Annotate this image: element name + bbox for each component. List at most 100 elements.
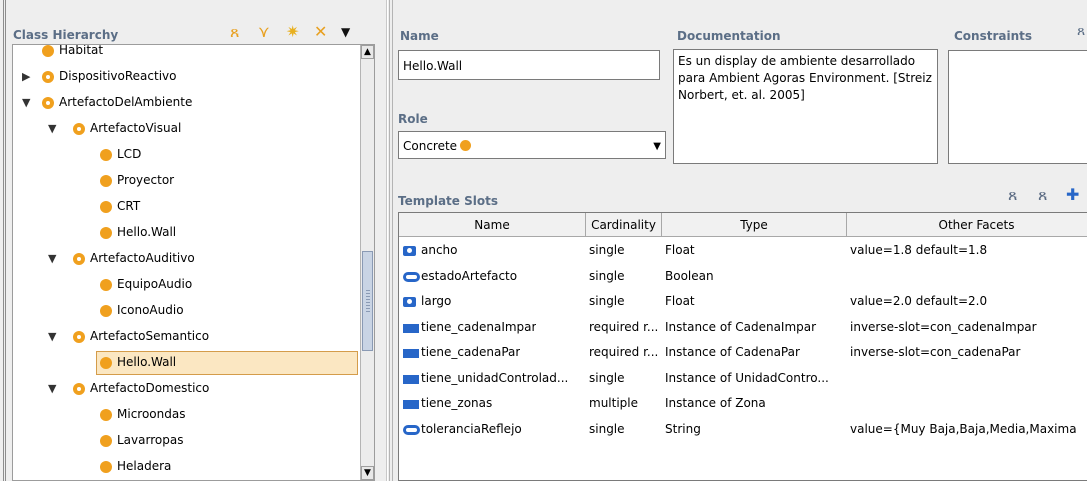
tree-item-label: ArtefactoDelAmbiente	[59, 95, 193, 109]
create-class-icon[interactable]: ⋎	[258, 24, 270, 40]
tree-item[interactable]: EquipoAudio	[13, 272, 361, 298]
tree-item[interactable]: ▼ ArtefactoSemantico	[13, 324, 361, 350]
class-icon	[100, 357, 112, 369]
class-icon	[42, 45, 54, 57]
name-field[interactable]: Hello.Wall	[398, 50, 660, 80]
menu-chevron-icon[interactable]: ▼	[341, 24, 350, 40]
slot-name: largo	[421, 294, 452, 308]
scroll-down-arrow[interactable]: ▼	[361, 466, 374, 480]
column-header-cardinality[interactable]: Cardinality	[586, 213, 662, 237]
class-icon	[100, 175, 112, 187]
slot-cardinality: required r...	[589, 319, 659, 334]
name-label: Name	[400, 29, 439, 43]
tree-item[interactable]: Microondas	[13, 402, 361, 428]
scroll-thumb[interactable]	[362, 251, 373, 351]
concrete-class-icon	[460, 140, 472, 151]
slot-name: toleranciaReflejo	[421, 421, 522, 436]
tree-item[interactable]: ▼ ArtefactoAuditivo	[13, 246, 361, 272]
instance-slot-icon	[403, 349, 419, 358]
float-slot-icon	[403, 297, 416, 307]
tree-item-label: Lavarropas	[117, 433, 184, 447]
column-header-name[interactable]: Name	[399, 213, 586, 237]
class-icon	[100, 409, 112, 421]
instance-slot-icon	[403, 374, 419, 384]
slot-type: Boolean	[665, 268, 714, 283]
slot-cardinality: single	[589, 268, 625, 283]
column-header-type[interactable]: Type	[662, 213, 847, 237]
properties-icon[interactable]: ✷	[286, 24, 299, 40]
expand-down-icon[interactable]: ▼	[22, 96, 34, 109]
class-form-panel: Name Hello.Wall Role Concrete ▼ Document…	[388, 0, 1087, 481]
tree-item-label: DispositivoReactivo	[59, 69, 177, 83]
string-slot-icon	[403, 424, 420, 435]
class-icon	[100, 201, 112, 213]
tree-item[interactable]: ▼ ArtefactoDomestico	[13, 376, 361, 402]
tree-item[interactable]: ▼ ArtefactoVisual	[13, 116, 361, 142]
table-row[interactable]: estadoArtefacto single Boolean	[399, 269, 1087, 295]
tree-item-label: Hello.Wall	[117, 225, 177, 239]
expand-down-icon[interactable]: ▼	[48, 122, 60, 135]
tree-item[interactable]: Habitat	[13, 44, 361, 64]
slot-name: ancho	[421, 243, 458, 257]
constraints-field[interactable]	[948, 50, 1087, 164]
tree-item[interactable]: Heladera	[13, 454, 361, 480]
slot-type: String	[665, 421, 701, 436]
view-slot-icon[interactable]: ጸ	[1008, 185, 1017, 205]
delete-icon[interactable]: ✕	[314, 24, 327, 40]
create-slot-icon[interactable]: ጸ	[1038, 185, 1047, 205]
boolean-slot-icon	[403, 271, 420, 282]
expand-right-icon[interactable]: ▶	[22, 70, 34, 83]
table-row[interactable]: tiene_zonas multiple Instance of Zona	[399, 396, 1087, 422]
slot-facets: value=1.8 default=1.8	[850, 243, 988, 257]
tree-item[interactable]: Lavarropas	[13, 428, 361, 454]
table-row[interactable]: tiene_cadenaImpar required r... Instance o…	[399, 320, 1087, 346]
class-icon	[73, 253, 85, 265]
role-value: Concrete	[403, 139, 458, 153]
table-row[interactable]: ancho single Float value=1.8 default=1.8	[399, 243, 1087, 269]
class-hierarchy-panel: Class Hierarchy ጸ ⋎ ✷ ✕ ▼ Habitat ▶ Dispos…	[0, 0, 387, 481]
tree-item[interactable]: LCD	[13, 142, 361, 168]
table-row[interactable]: largo single Float value=2.0 default=2.0	[399, 294, 1087, 320]
role-label: Role	[398, 112, 428, 126]
class-icon	[73, 331, 85, 343]
add-constraint-icon[interactable]: ጸ	[1077, 23, 1085, 39]
tree-item[interactable]: IconoAudio	[13, 298, 361, 324]
tree-item[interactable]: Hello.Wall	[13, 220, 361, 246]
table-row[interactable]: tiene_cadenaPar required r... Instance of …	[399, 345, 1087, 371]
class-icon	[73, 383, 85, 395]
instance-slot-icon	[403, 323, 419, 333]
slot-cardinality: single	[589, 243, 625, 257]
tree-item-label: ArtefactoAuditivo	[90, 251, 195, 265]
tree-item[interactable]: ▼ ArtefactoDelAmbiente	[13, 90, 361, 116]
scroll-up-arrow[interactable]: ▲	[361, 45, 374, 59]
expand-down-icon[interactable]: ▼	[48, 252, 60, 265]
tree-item-label: LCD	[117, 147, 142, 161]
documentation-label: Documentation	[677, 29, 781, 43]
tree-item-label: IconoAudio	[117, 303, 184, 317]
add-slot-icon[interactable]: ✚	[1066, 185, 1079, 204]
tree-item-label: Habitat	[59, 44, 104, 57]
slot-facets: value={Muy Baja,Baja,Media,Maxima	[850, 421, 1077, 436]
class-tree: Habitat ▶ DispositivoReactivo ▼ ArtefactoDel…	[12, 44, 375, 481]
role-select[interactable]: Concrete ▼	[398, 131, 666, 159]
tree-item[interactable]: Hello.Wall	[13, 350, 361, 376]
tree-item[interactable]: ▶ DispositivoReactivo	[13, 64, 361, 90]
table-row[interactable]: tiene_unidadControlad... single Instance o…	[399, 371, 1087, 397]
add-subclass-icon[interactable]: ጸ	[230, 24, 239, 40]
column-header-other-facets[interactable]: Other Facets	[847, 213, 1087, 237]
tree-item-label: Heladera	[117, 459, 172, 473]
panel-divider[interactable]	[389, 0, 393, 481]
float-slot-icon	[403, 246, 416, 256]
tree-item[interactable]: CRT	[13, 194, 361, 220]
panel-divider[interactable]	[3, 0, 6, 481]
chevron-down-icon[interactable]: ▼	[653, 141, 661, 152]
tree-item-label: ArtefactoVisual	[90, 121, 182, 135]
expand-down-icon[interactable]: ▼	[48, 382, 60, 395]
class-icon	[100, 227, 112, 239]
class-icon	[100, 461, 112, 473]
documentation-field[interactable]: Es un display de ambiente desarrollado p…	[673, 49, 938, 164]
expand-down-icon[interactable]: ▼	[48, 330, 60, 343]
tree-item[interactable]: Proyector	[13, 168, 361, 194]
table-row[interactable]: toleranciaReflejo single String value={Muy …	[399, 422, 1087, 448]
tree-scrollbar[interactable]: ▲ ▼	[360, 45, 374, 480]
